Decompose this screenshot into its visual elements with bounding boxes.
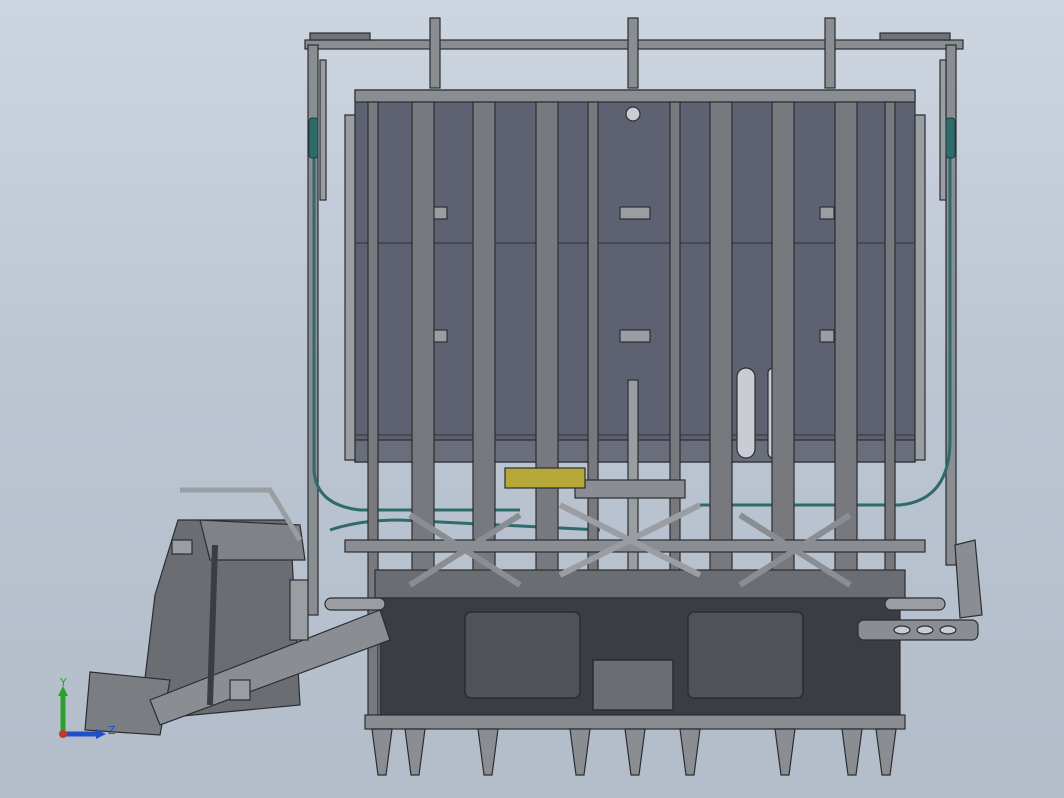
cad-viewport[interactable]: Y Z	[0, 0, 1064, 798]
y-axis-label: Y	[59, 676, 67, 689]
bottom-tine-bar	[364, 714, 906, 776]
machine-model-front-view[interactable]	[0, 0, 1064, 798]
origin-marker	[59, 730, 67, 738]
z-axis-label: Z	[108, 724, 116, 737]
coordinate-triad: Y Z	[58, 676, 116, 739]
z-axis-arrowhead	[96, 729, 106, 739]
